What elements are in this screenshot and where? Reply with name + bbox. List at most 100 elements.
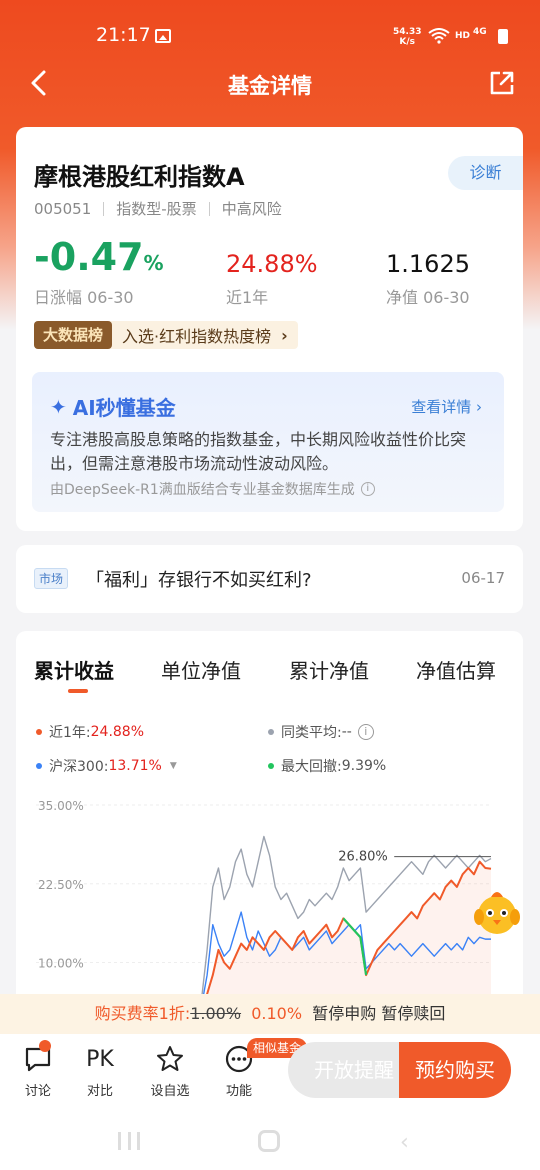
system-nav-bar: ‹	[0, 1110, 540, 1170]
ai-details-link[interactable]: 查看详情 ›	[411, 396, 482, 417]
discuss-label: 讨论	[24, 1084, 51, 1099]
share-button[interactable]	[487, 68, 517, 98]
discuss-button[interactable]: 讨论	[13, 1040, 63, 1099]
tab-underline	[68, 689, 88, 693]
chart-tabs: 累计收益 单位净值 累计净值 净值估算	[34, 655, 514, 695]
signal-network-type: 4G	[473, 27, 487, 37]
fund-risk: 中高风险	[221, 200, 282, 218]
fund-type: 指数型-股票	[116, 200, 197, 218]
divider	[103, 201, 105, 216]
fee-discount: 0.10%	[251, 1004, 303, 1023]
legend-dot-orange	[36, 729, 42, 735]
caret-down-icon: ▼	[169, 761, 177, 771]
news-tag: 市场	[34, 568, 69, 589]
signal-icon: 4G	[473, 27, 487, 37]
info-icon[interactable]: i	[357, 724, 374, 740]
tab-nav-estimate[interactable]: 净值估算	[416, 655, 496, 684]
legend-drawdown-label: 最大回撤:	[281, 759, 342, 775]
bigdata-badge: 大数据榜	[34, 321, 113, 349]
ai-title: ✦ AI秒懂基金	[50, 392, 176, 421]
bigdata-ranking-tag[interactable]: 大数据榜 入选·红利指数热度榜 ›	[34, 321, 298, 349]
legend-index[interactable]: 沪深300: 13.71% ▼	[36, 756, 177, 776]
ai-title-text: AI秒懂基金	[72, 396, 176, 420]
pk-icon: PK	[86, 1046, 114, 1072]
notification-dot	[39, 1040, 51, 1052]
fee-original: 1.00%	[190, 1004, 242, 1023]
compare-button[interactable]: PK 对比	[75, 1044, 125, 1100]
nav-value: 1.1625	[386, 250, 470, 278]
fund-name: 摩根港股红利指数A	[34, 163, 245, 191]
battery-icon	[498, 29, 508, 44]
sparkle-icon: ✦	[50, 394, 67, 419]
day-change-value: -0.47%	[34, 235, 164, 279]
star-icon	[145, 1044, 195, 1074]
y-tick-label: 35.00%	[38, 799, 84, 813]
legend-fund: 近1年: 24.88%	[36, 722, 144, 742]
day-change-unit: %	[143, 251, 164, 275]
network-speed: 54.33 K/s	[393, 27, 421, 47]
fund-meta: 005051 指数型-股票 中高风险	[34, 198, 282, 219]
function-label: 功能	[225, 1084, 252, 1099]
chat-icon	[13, 1044, 63, 1074]
legend-drawdown-value: 9.39%	[341, 758, 387, 774]
system-back-button[interactable]: ‹	[400, 1130, 409, 1155]
fee-bar: 购买费率1折:1.00% 0.10% 暂停申购 暂停赎回	[0, 994, 540, 1034]
legend-fund-value: 24.88%	[90, 724, 145, 740]
day-change-number: -0.47	[34, 235, 144, 279]
divider	[208, 201, 210, 216]
day-change-label: 日涨幅 06-30	[34, 288, 134, 307]
info-icon[interactable]: i	[360, 482, 375, 496]
fee-prefix: 购买费率1折:	[94, 1004, 191, 1023]
legend-fund-label: 近1年:	[49, 725, 91, 741]
network-speed-unit: K/s	[399, 37, 416, 47]
page-title: 基金详情	[228, 74, 312, 98]
ai-source: 由DeepSeek-R1满血版结合专业基金数据库生成 i	[50, 479, 375, 499]
year-return-label: 近1年	[226, 288, 269, 307]
news-card[interactable]: 市场 「福利」存银行不如买红利? 06-17	[16, 545, 523, 613]
compare-label: 对比	[86, 1084, 113, 1099]
add-watchlist-button[interactable]: 设自选	[145, 1044, 195, 1099]
legend-peer-label: 同类平均:	[281, 725, 342, 741]
ai-summary-box: ✦ AI秒懂基金 查看详情 › 专注港股高股息策略的指数基金，中长期风险收益性价…	[32, 372, 504, 512]
nav-label: 净值 06-30	[386, 288, 470, 307]
wifi-icon	[428, 28, 450, 48]
y-tick-label: 22.50%	[38, 878, 84, 892]
legend-index-value: 13.71%	[108, 758, 162, 774]
hd-indicator: HD	[455, 31, 471, 41]
fund-summary-card: 摩根港股红利指数A 诊断 005051 指数型-股票 中高风险 -0.47% 2…	[16, 127, 523, 531]
reserve-buy-button[interactable]: 预约购买	[399, 1042, 511, 1098]
share-icon	[490, 71, 514, 95]
status-bar: 21:17 54.33 K/s HD 4G	[0, 0, 540, 60]
return-chart[interactable]: 35.00% 22.50% 10.00% 26.80%	[16, 791, 523, 994]
recents-button[interactable]	[118, 1132, 140, 1150]
bigdata-text: 入选·红利指数热度榜	[122, 327, 272, 346]
chick-mascot-icon[interactable]	[471, 885, 523, 937]
tab-cumulative-nav[interactable]: 累计净值	[289, 655, 369, 684]
home-button[interactable]	[258, 1130, 280, 1152]
legend-peer: 同类平均: -- i	[268, 722, 374, 742]
ai-summary-text: 专注港股高股息策略的指数基金，中长期风险收益性价比突出，但需注意港股市场流动性波…	[50, 430, 467, 473]
fee-status: 暂停申购 暂停赎回	[312, 1004, 446, 1023]
legend-peer-value: --	[341, 724, 352, 740]
chart-card: 累计收益 单位净值 累计净值 净值估算 近1年: 24.88% 同类平均: -- i…	[16, 631, 523, 1031]
image-icon	[155, 29, 171, 43]
chevron-right-icon: ›	[281, 325, 288, 345]
peak-label: 26.80%	[338, 850, 388, 865]
status-time: 21:17	[96, 24, 151, 46]
legend-dot-gray	[268, 729, 274, 735]
news-date: 06-17	[461, 569, 505, 587]
year-return-value: 24.88%	[226, 250, 318, 278]
legend-dot-green	[268, 763, 274, 769]
diagnose-button[interactable]: 诊断	[448, 156, 523, 190]
legend-dot-blue	[36, 763, 42, 769]
ai-source-text: 由DeepSeek-R1满血版结合专业基金数据库生成	[50, 482, 355, 498]
news-headline: 「福利」存银行不如买红利?	[86, 570, 312, 591]
y-tick-label: 10.00%	[38, 957, 84, 971]
watch-label: 设自选	[150, 1084, 190, 1099]
bottom-action-bar: 讨论 PK 对比 设自选 功能 相似基金 开放提醒 预约购买	[0, 1034, 540, 1110]
fund-code: 005051	[34, 199, 92, 218]
tab-unit-nav[interactable]: 单位净值	[161, 655, 241, 684]
tab-cumulative-return[interactable]: 累计收益	[34, 655, 114, 684]
network-speed-value: 54.33	[393, 27, 422, 37]
legend-drawdown: 最大回撤: 9.39%	[268, 756, 386, 776]
